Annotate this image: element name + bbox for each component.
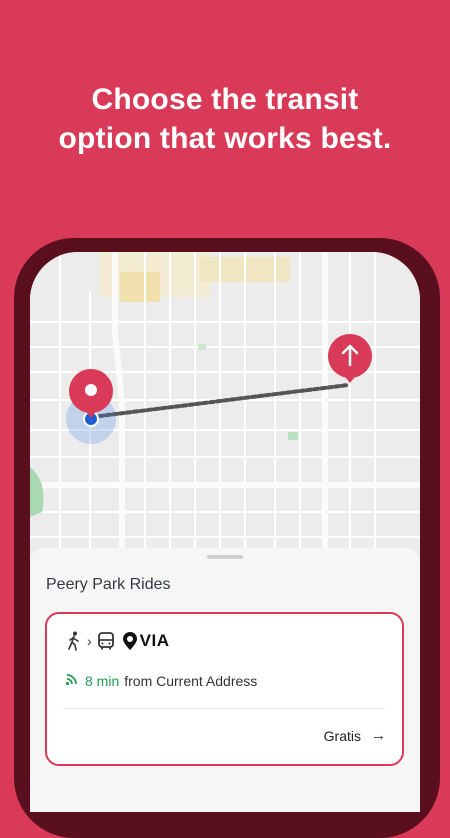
eta-suffix: from Current Address [124,672,258,689]
walking-person-icon [65,631,83,651]
sheet-title: Peery Park Rides [46,576,171,593]
price-row[interactable]: Gratis → [324,727,386,744]
headline-line-2: option that works best. [58,122,392,155]
sheet-drag-handle[interactable] [207,555,243,559]
arrow-up-pin-icon[interactable] [327,334,373,386]
ride-option-card[interactable]: › VIA 8 min from Current Address Gratis … [45,612,404,766]
chevron-right-icon: › [87,633,92,649]
eta-minutes: 8 min [85,672,120,689]
price-label: Gratis [323,727,361,744]
rides-bottom-sheet: Peery Park Rides › VIA 8 min from Curren… [30,548,420,812]
via-logo: VIA [122,631,170,651]
headline: Choose the transit option that works bes… [0,80,450,158]
bus-icon [96,631,116,651]
realtime-signal-icon [65,672,79,689]
arrow-right-icon: → [371,727,386,744]
card-divider [63,708,385,709]
eta-row: 8 min from Current Address [65,672,257,689]
headline-line-1: Choose the transit [91,83,359,116]
provider-name: VIA [139,631,170,650]
phone-screen: Peery Park Rides › VIA 8 min from Curren… [30,252,420,812]
route-summary: › VIA [65,630,170,652]
location-pin-icon[interactable] [68,368,114,420]
